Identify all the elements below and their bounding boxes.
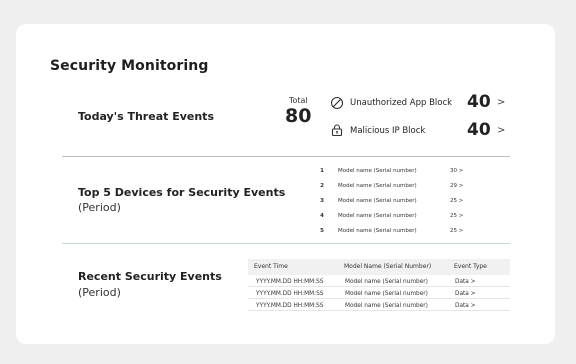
recent-events-heading: Recent Security Events: [78, 270, 222, 283]
event-count-link[interactable]: 25 >: [450, 228, 463, 234]
model-name: Model name (Serial number): [338, 168, 417, 174]
total-value: 80: [285, 105, 312, 127]
section-divider: [62, 243, 510, 244]
column-header-event-time: Event Time: [254, 263, 288, 270]
event-count-link[interactable]: 25 >: [450, 213, 463, 219]
event-type-link[interactable]: Data >: [455, 291, 476, 297]
section-divider: [62, 156, 510, 157]
event-count-link[interactable]: 25 >: [450, 198, 463, 204]
unauthorized-app-block-chevron[interactable]: >: [497, 97, 505, 108]
event-count-link[interactable]: 30 >: [450, 168, 463, 174]
event-time-cell: YYYY.MM.DD HH:MM:SS: [256, 303, 324, 309]
unauthorized-app-block-value[interactable]: 40: [467, 92, 491, 112]
malicious-ip-block-value[interactable]: 40: [467, 120, 491, 140]
threat-events-heading: Today's Threat Events: [78, 110, 214, 123]
block-icon: [330, 96, 344, 110]
model-name-cell: Model name (Serial number): [345, 291, 428, 297]
list-item[interactable]: 1 Model name (Serial number) 30 >: [318, 168, 468, 181]
rank: 4: [320, 213, 324, 219]
column-header-model-name: Model Name (Serial Number): [344, 263, 432, 270]
event-count-link[interactable]: 29 >: [450, 183, 463, 189]
event-time-cell: YYYY.MM.DD HH:MM:SS: [256, 291, 324, 297]
model-name: Model name (Serial number): [338, 183, 417, 189]
malicious-ip-block-label: Malicious IP Block: [350, 126, 426, 136]
rank: 1: [320, 168, 324, 174]
list-item[interactable]: 4 Model name (Serial number) 25 >: [318, 213, 468, 226]
lock-icon: [331, 124, 343, 137]
column-header-event-type: Event Type: [454, 263, 487, 270]
page-title: Security Monitoring: [50, 58, 209, 74]
model-name: Model name (Serial number): [338, 228, 417, 234]
rank: 2: [320, 183, 324, 189]
list-item[interactable]: 3 Model name (Serial number) 25 >: [318, 198, 468, 211]
model-name-cell: Model name (Serial number): [345, 303, 428, 309]
model-name: Model name (Serial number): [338, 198, 417, 204]
unauthorized-app-block-label: Unauthorized App Block: [350, 98, 453, 108]
top5-heading: Top 5 Devices for Security Events: [78, 186, 286, 199]
list-item[interactable]: 2 Model name (Serial number) 29 >: [318, 183, 468, 196]
event-type-link[interactable]: Data >: [455, 279, 476, 285]
rank: 5: [320, 228, 324, 234]
malicious-ip-block-chevron[interactable]: >: [497, 125, 505, 136]
list-item[interactable]: 5 Model name (Serial number) 25 >: [318, 228, 468, 241]
event-time-cell: YYYY.MM.DD HH:MM:SS: [256, 279, 324, 285]
top5-period: (Period): [78, 201, 121, 214]
rank: 3: [320, 198, 324, 204]
model-name: Model name (Serial number): [338, 213, 417, 219]
recent-events-period: (Period): [78, 286, 121, 299]
event-type-link[interactable]: Data >: [455, 303, 476, 309]
total-label: Total: [289, 96, 308, 105]
model-name-cell: Model name (Serial number): [345, 279, 428, 285]
